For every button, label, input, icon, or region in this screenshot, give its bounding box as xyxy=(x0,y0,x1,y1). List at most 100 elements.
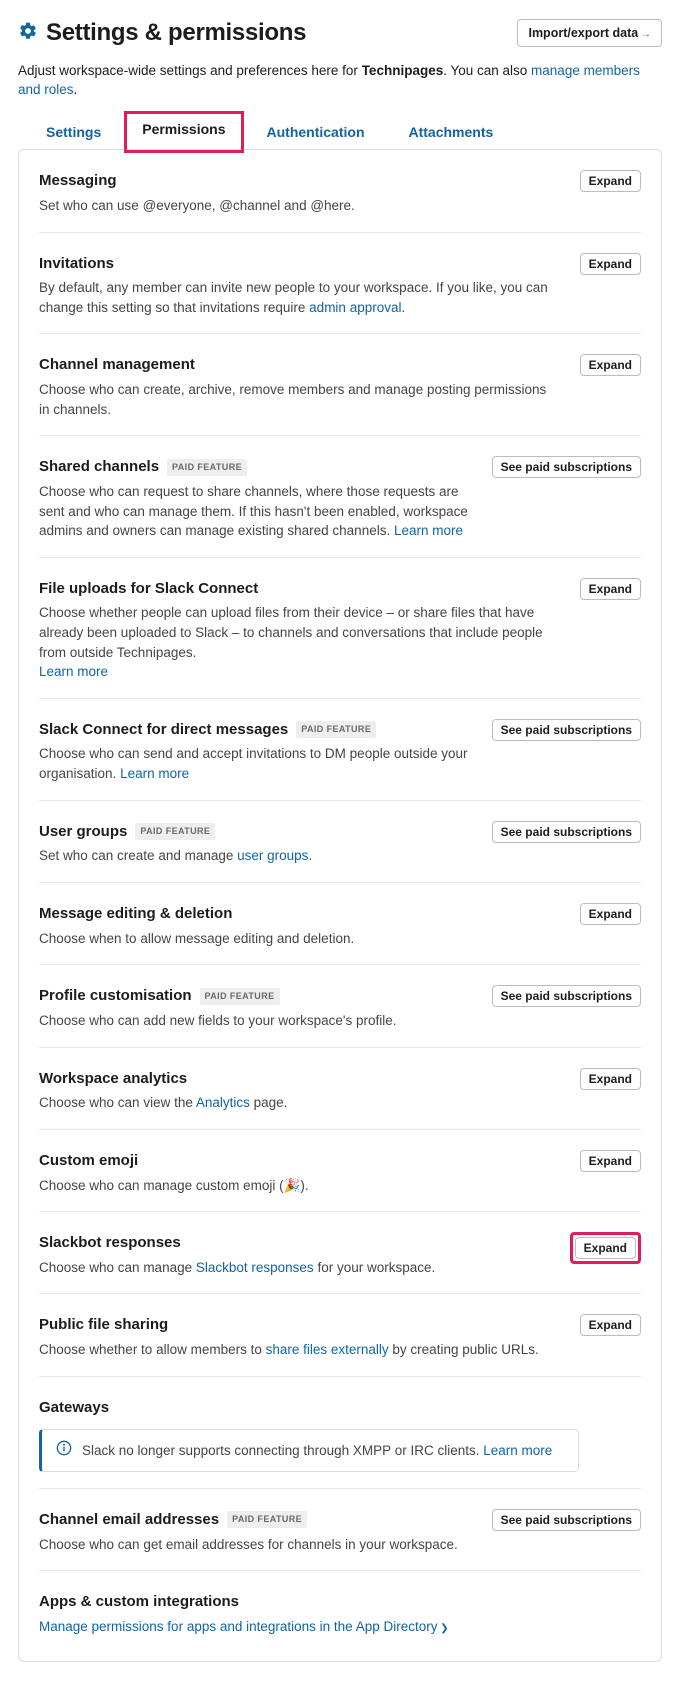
learn-more-link[interactable]: Learn more xyxy=(394,523,463,538)
section-message-editing: Message editing & deletion Choose when t… xyxy=(39,883,641,965)
desc-text: Choose who can send and accept invitatio… xyxy=(39,746,468,781)
section-shared-channels: Shared channels PAID FEATURE Choose who … xyxy=(39,436,641,557)
section-title: Profile customisation xyxy=(39,985,192,1007)
section-title: Workspace analytics xyxy=(39,1068,287,1090)
section-custom-emoji: Custom emoji Choose who can manage custo… xyxy=(39,1130,641,1212)
section-title: Shared channels xyxy=(39,456,159,478)
banner-msg: Slack no longer supports connecting thro… xyxy=(82,1443,483,1458)
desc-text: . xyxy=(308,848,312,863)
section-title: Custom emoji xyxy=(39,1150,309,1172)
see-paid-button[interactable]: See paid subscriptions xyxy=(492,985,641,1007)
slackbot-responses-link[interactable]: Slackbot responses xyxy=(196,1260,314,1275)
expand-button[interactable]: Expand xyxy=(580,1150,641,1172)
see-paid-button[interactable]: See paid subscriptions xyxy=(492,456,641,478)
expand-button[interactable]: Expand xyxy=(580,170,641,192)
highlight-wrapper: Expand xyxy=(570,1232,641,1264)
workspace-name: Technipages xyxy=(117,645,193,660)
gear-icon xyxy=(18,21,38,46)
info-banner: Slack no longer supports connecting thro… xyxy=(39,1429,579,1473)
section-title: User groups xyxy=(39,821,127,843)
tab-authentication[interactable]: Authentication xyxy=(261,114,371,150)
section-desc: By default, any member can invite new pe… xyxy=(39,278,559,317)
section-messaging: Messaging Set who can use @everyone, @ch… xyxy=(39,150,641,232)
see-paid-button[interactable]: See paid subscriptions xyxy=(492,719,641,741)
expand-button[interactable]: Expand xyxy=(580,578,641,600)
expand-button[interactable]: Expand xyxy=(580,253,641,275)
section-title: File uploads for Slack Connect xyxy=(39,578,559,600)
app-directory-link[interactable]: Manage permissions for apps and integrat… xyxy=(39,1619,449,1634)
permissions-panel: Messaging Set who can use @everyone, @ch… xyxy=(18,149,662,1662)
section-title: Invitations xyxy=(39,253,559,275)
section-title: Channel management xyxy=(39,354,559,376)
info-icon xyxy=(56,1440,72,1462)
expand-button[interactable]: Expand xyxy=(580,1068,641,1090)
desc-text: Choose whether people can upload files f… xyxy=(39,605,543,659)
see-paid-button[interactable]: See paid subscriptions xyxy=(492,821,641,843)
section-profile-customisation: Profile customisation PAID FEATURE Choos… xyxy=(39,965,641,1047)
desc-text: Choose whether to allow members to xyxy=(39,1342,266,1357)
banner-text: Slack no longer supports connecting thro… xyxy=(82,1441,552,1461)
section-desc: Choose who can request to share channels… xyxy=(39,482,482,541)
page-title: Settings & permissions xyxy=(46,16,306,51)
desc-text: . xyxy=(193,645,197,660)
subtitle-prefix: Adjust workspace-wide settings and prefe… xyxy=(18,63,362,78)
section-channel-email: Channel email addresses PAID FEATURE Cho… xyxy=(39,1489,641,1571)
user-groups-link[interactable]: user groups xyxy=(237,848,308,863)
section-title: Message editing & deletion xyxy=(39,903,354,925)
section-title: Slackbot responses xyxy=(39,1232,435,1254)
section-desc: Choose whether people can upload files f… xyxy=(39,603,559,681)
section-title: Messaging xyxy=(39,170,355,192)
section-desc: Choose who can manage custom emoji (🎉). xyxy=(39,1176,309,1196)
desc-text: . xyxy=(401,300,405,315)
paid-feature-badge: PAID FEATURE xyxy=(135,823,215,840)
section-desc: Choose whether to allow members to share… xyxy=(39,1340,539,1360)
section-title: Channel email addresses xyxy=(39,1509,219,1531)
analytics-link[interactable]: Analytics xyxy=(196,1095,250,1110)
section-invitations: Invitations By default, any member can i… xyxy=(39,233,641,335)
share-files-link[interactable]: share files externally xyxy=(266,1342,389,1357)
section-public-file-sharing: Public file sharing Choose whether to al… xyxy=(39,1294,641,1376)
desc-text: page. xyxy=(250,1095,288,1110)
section-file-uploads: File uploads for Slack Connect Choose wh… xyxy=(39,558,641,699)
import-export-button[interactable]: Import/export data xyxy=(517,19,662,47)
section-desc: Choose who can manage Slackbot responses… xyxy=(39,1258,435,1278)
section-slack-connect-dm: Slack Connect for direct messages PAID F… xyxy=(39,699,641,801)
desc-text: for your workspace. xyxy=(314,1260,436,1275)
section-desc: Choose when to allow message editing and… xyxy=(39,929,354,949)
page-header: Settings & permissions Import/export dat… xyxy=(18,16,662,51)
learn-more-link[interactable]: Learn more xyxy=(483,1443,552,1458)
tab-permissions[interactable]: Permissions xyxy=(124,111,243,153)
paid-feature-badge: PAID FEATURE xyxy=(167,459,247,476)
tab-attachments[interactable]: Attachments xyxy=(403,114,500,150)
section-apps-integrations: Apps & custom integrations Manage permis… xyxy=(39,1571,641,1640)
section-desc: Set who can use @everyone, @channel and … xyxy=(39,196,355,216)
section-gateways: Gateways Slack no longer supports connec… xyxy=(39,1377,641,1489)
subtitle-suffix: . You can also xyxy=(443,63,531,78)
section-title: Slack Connect for direct messages xyxy=(39,719,288,741)
expand-button[interactable]: Expand xyxy=(580,354,641,376)
tab-settings[interactable]: Settings xyxy=(40,114,107,150)
see-paid-button[interactable]: See paid subscriptions xyxy=(492,1509,641,1531)
expand-button[interactable]: Expand xyxy=(575,1237,636,1259)
section-desc: Choose who can create, archive, remove m… xyxy=(39,380,559,419)
desc-text: by creating public URLs. xyxy=(389,1342,539,1357)
paid-feature-badge: PAID FEATURE xyxy=(296,721,376,738)
paid-feature-badge: PAID FEATURE xyxy=(200,988,280,1005)
section-slackbot-responses: Slackbot responses Choose who can manage… xyxy=(39,1212,641,1294)
learn-more-link[interactable]: Learn more xyxy=(39,664,108,679)
expand-button[interactable]: Expand xyxy=(580,1314,641,1336)
section-desc: Choose who can send and accept invitatio… xyxy=(39,744,482,783)
admin-approval-link[interactable]: admin approval xyxy=(309,300,401,315)
page-subtitle: Adjust workspace-wide settings and prefe… xyxy=(18,61,662,100)
section-desc: Choose who can get email addresses for c… xyxy=(39,1535,458,1555)
section-user-groups: User groups PAID FEATURE Set who can cre… xyxy=(39,801,641,883)
learn-more-link[interactable]: Learn more xyxy=(120,766,189,781)
section-title: Apps & custom integrations xyxy=(39,1591,641,1613)
tabs-nav: Settings Permissions Authentication Atta… xyxy=(18,114,662,150)
section-title: Gateways xyxy=(39,1397,641,1419)
section-title: Public file sharing xyxy=(39,1314,539,1336)
expand-button[interactable]: Expand xyxy=(580,903,641,925)
section-desc: Manage permissions for apps and integrat… xyxy=(39,1617,559,1637)
section-desc: Set who can create and manage user group… xyxy=(39,846,312,866)
desc-text: By default, any member can invite new pe… xyxy=(39,280,548,315)
